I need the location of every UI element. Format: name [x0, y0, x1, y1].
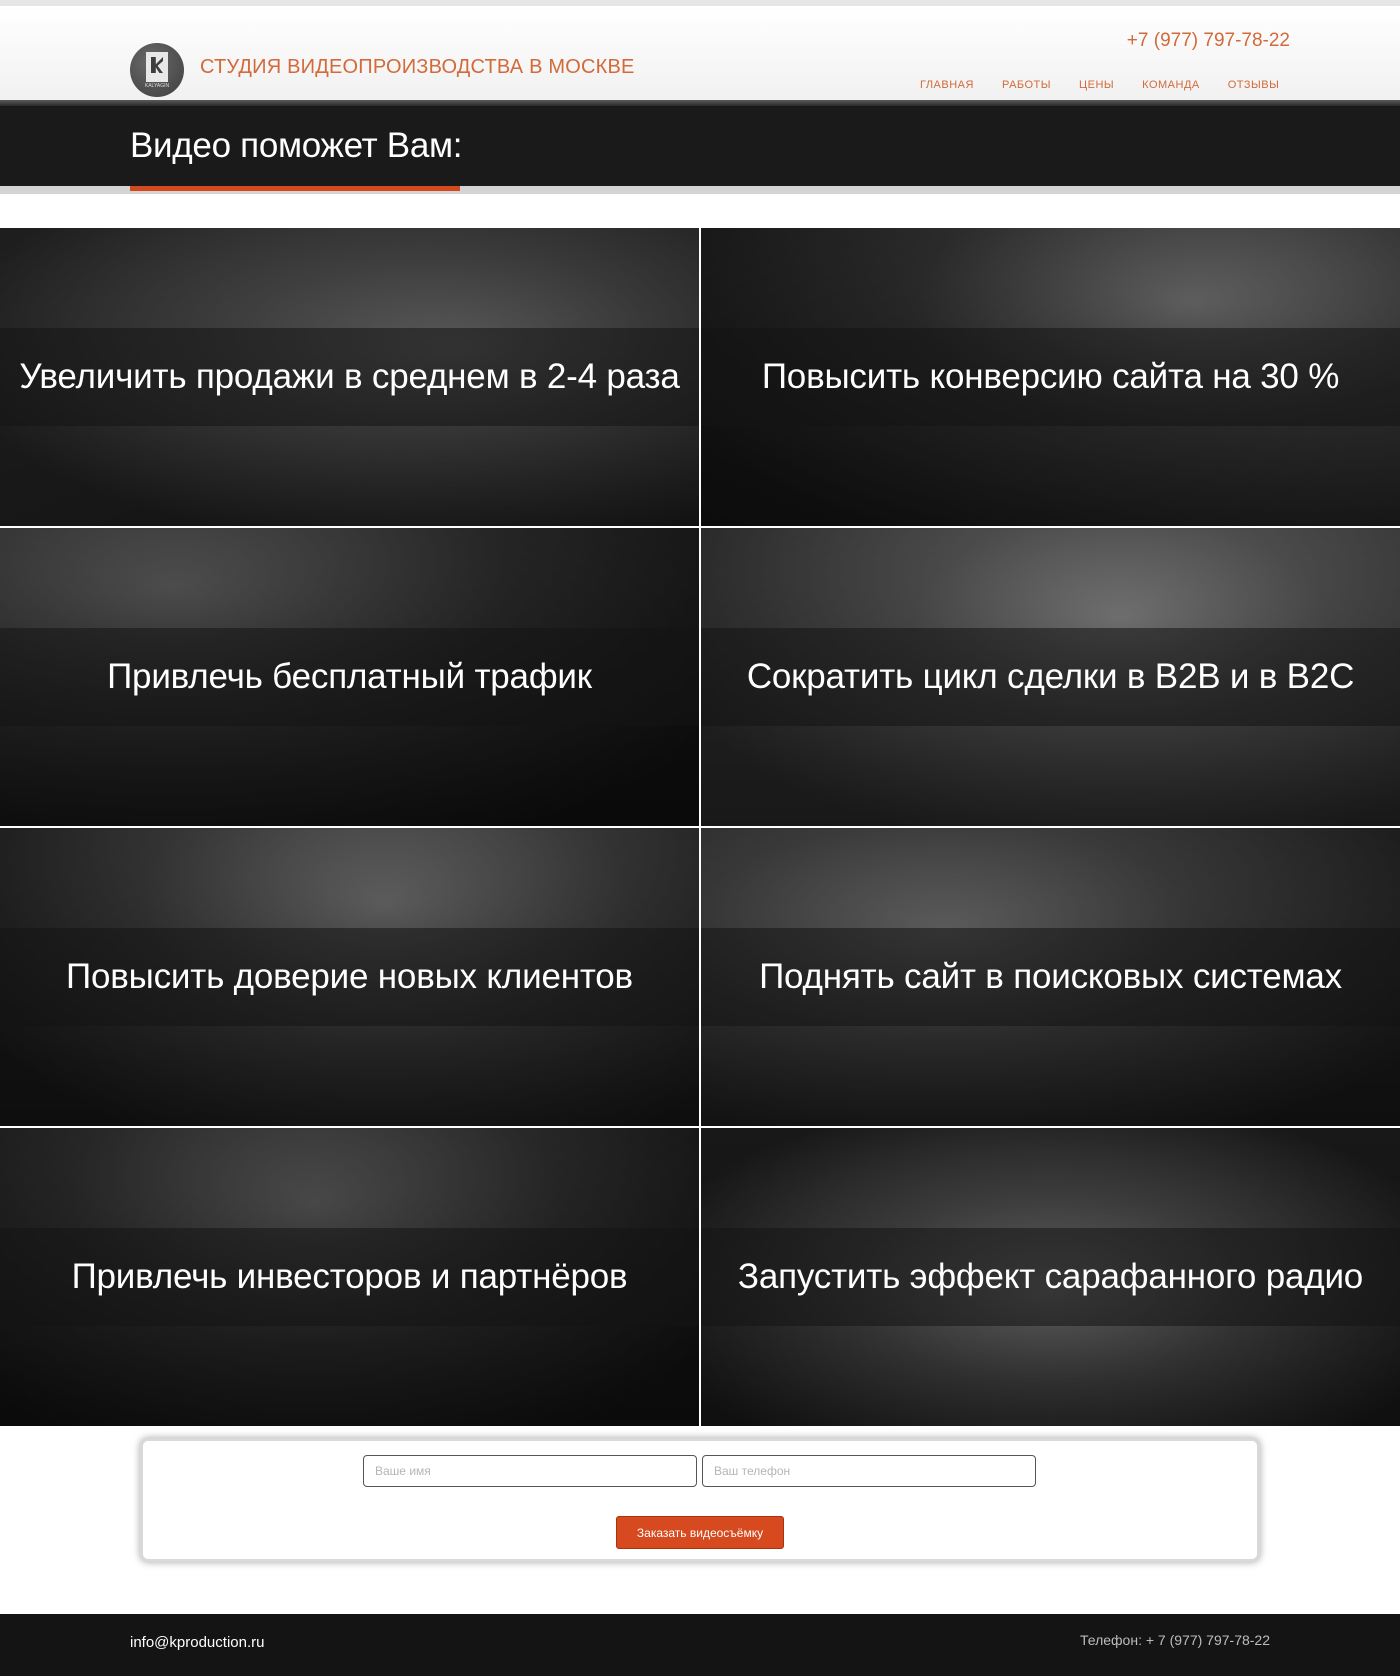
- tile-label: Поднять сайт в поисковых системах: [759, 957, 1342, 996]
- benefit-tile-deal-cycle[interactable]: Сократить цикл сделки в B2B и в B2C: [701, 528, 1400, 826]
- name-input[interactable]: [363, 1455, 697, 1487]
- benefit-tile-traffic[interactable]: Привлечь бесплатный трафик: [0, 528, 699, 826]
- benefit-tile-seo[interactable]: Поднять сайт в поисковых системах: [701, 828, 1400, 1126]
- benefit-tile-conversion[interactable]: Повысить конверсию сайта на 30 %: [701, 228, 1400, 526]
- tile-label: Запустить эффект сарафанного радио: [737, 1257, 1364, 1296]
- title-underline: [130, 186, 460, 191]
- benefit-tile-sales[interactable]: Увеличить продажи в среднем в 2-4 раза: [0, 228, 699, 526]
- brand-title: СТУДИЯ ВИДЕОПРОИЗВОДСТВА В МОСКВЕ: [200, 56, 635, 78]
- phone-input[interactable]: [702, 1455, 1036, 1487]
- tile-label: Повысить конверсию сайта на 30 %: [761, 357, 1340, 396]
- tile-label: Привлечь инвесторов и партнёров: [71, 1257, 628, 1296]
- nav-item-reviews[interactable]: ОТЗЫВЫ: [1228, 79, 1280, 91]
- benefit-tile-investors[interactable]: Привлечь инвесторов и партнёров: [0, 1128, 699, 1426]
- footer-phone: Телефон: + 7 (977) 797-78-22: [1080, 1632, 1270, 1648]
- logo-caption: KALYAGIN: [144, 83, 170, 89]
- tile-label: Повысить доверие новых клиентов: [66, 957, 633, 996]
- benefit-tile-trust[interactable]: Повысить доверие новых клиентов: [0, 828, 699, 1126]
- section-title-band: Видео поможет Вам:: [0, 106, 1400, 186]
- site-header: KALYAGIN СТУДИЯ ВИДЕОПРОИЗВОДСТВА В МОСК…: [0, 6, 1400, 100]
- benefit-tile-word-of-mouth[interactable]: Запустить эффект сарафанного радио: [701, 1128, 1400, 1426]
- section-title: Видео поможет Вам:: [130, 126, 463, 165]
- nav-item-works[interactable]: РАБОТЫ: [1002, 79, 1051, 91]
- main-nav: ГЛАВНАЯ РАБОТЫ ЦЕНЫ КОМАНДА ОТЗЫВЫ: [920, 79, 1307, 91]
- order-video-button[interactable]: Заказать видеосъёмку: [616, 1516, 784, 1549]
- logo-mark-icon: [146, 52, 168, 82]
- footer-email[interactable]: info@kproduction.ru: [130, 1634, 264, 1651]
- tile-label: Привлечь бесплатный трафик: [107, 657, 592, 696]
- site-footer: info@kproduction.ru Телефон: + 7 (977) 7…: [0, 1614, 1400, 1676]
- nav-item-home[interactable]: ГЛАВНАЯ: [920, 79, 974, 91]
- header-phone[interactable]: +7 (977) 797-78-22: [1127, 30, 1290, 52]
- benefits-grid: Увеличить продажи в среднем в 2-4 раза П…: [0, 228, 1400, 1426]
- nav-item-prices[interactable]: ЦЕНЫ: [1079, 79, 1114, 91]
- tile-label: Увеличить продажи в среднем в 2-4 раза: [19, 357, 680, 396]
- logo[interactable]: KALYAGIN: [130, 43, 184, 97]
- nav-item-team[interactable]: КОМАНДА: [1142, 79, 1200, 91]
- order-form: Заказать видеосъёмку: [140, 1438, 1260, 1562]
- tile-label: Сократить цикл сделки в B2B и в B2C: [746, 657, 1355, 696]
